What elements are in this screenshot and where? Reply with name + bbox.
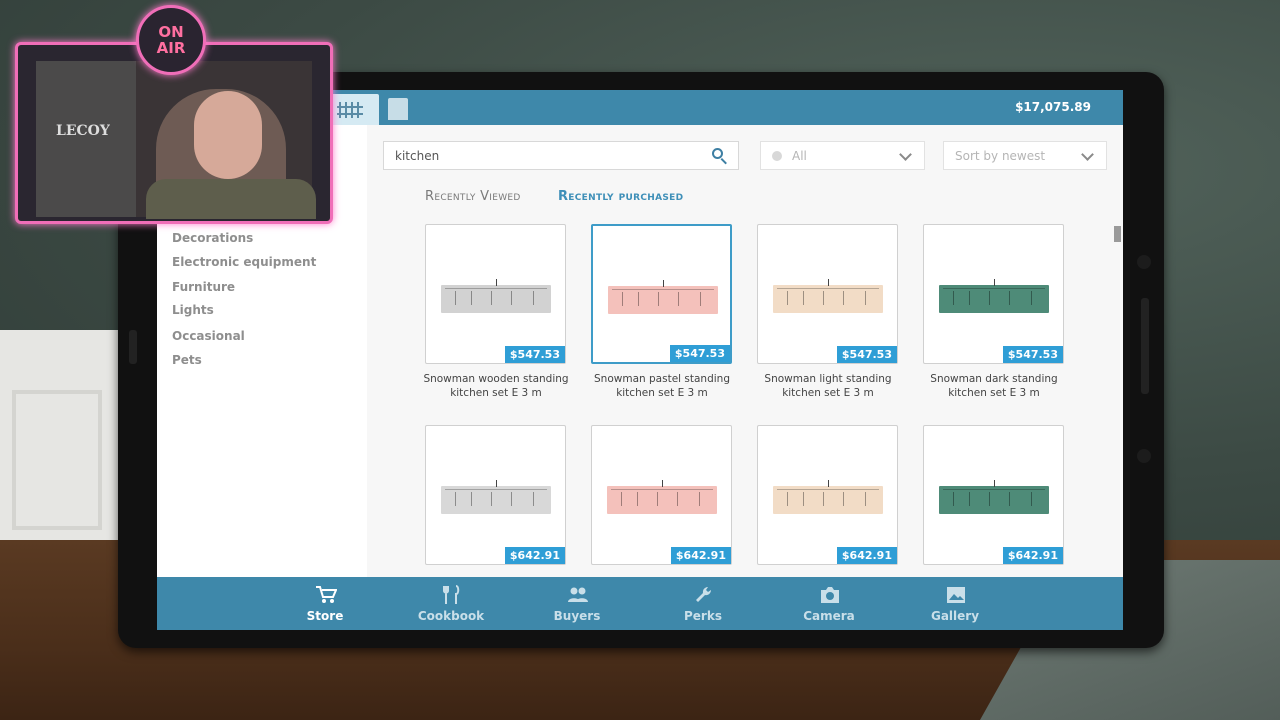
image-icon: [947, 587, 965, 603]
product-card[interactable]: $642.91: [757, 425, 898, 565]
kitchen-set-image: [939, 480, 1049, 514]
people-icon: [568, 587, 588, 602]
product-card[interactable]: $547.53: [425, 224, 566, 364]
price-badge: $642.91: [670, 547, 731, 564]
nav-cookbook[interactable]: Cookbook: [401, 577, 501, 630]
nav-perks[interactable]: Perks: [653, 577, 753, 630]
category-electronic-equipment[interactable]: Electronic equipment: [172, 255, 316, 269]
bottom-nav: Store Cookbook Buyers Perks Camera Galle…: [157, 577, 1123, 630]
tablet-side-button: [129, 330, 137, 364]
wrench-icon: [696, 586, 712, 602]
filter-dot-icon: [772, 151, 782, 161]
product-name: Snowman light standing kitchen set E 3 m: [764, 373, 892, 399]
nav-camera[interactable]: Camera: [779, 577, 879, 630]
tab-recently-viewed[interactable]: Recently Viewed: [425, 189, 521, 204]
room-cabinet: [0, 330, 126, 550]
product-card[interactable]: $547.53: [757, 224, 898, 364]
category-pets[interactable]: Pets: [172, 353, 202, 367]
tablet-camera-dot: [1137, 449, 1151, 463]
price-badge: $642.91: [1002, 547, 1063, 564]
balance-display: $17,075.89: [1015, 100, 1091, 114]
webcam-video: LECOY: [36, 61, 316, 219]
tab-doors[interactable]: [388, 98, 408, 120]
on-air-badge: ON AIR: [136, 5, 206, 75]
product-card[interactable]: $547.53: [923, 224, 1064, 364]
product-name: Snowman dark standing kitchen set E 3 m: [930, 373, 1058, 399]
tab-recently-purchased[interactable]: Recently purchased: [558, 189, 683, 204]
cart-icon: [316, 586, 337, 603]
price-badge: $642.91: [836, 547, 897, 564]
kitchen-set-image: [773, 480, 883, 514]
category-lights[interactable]: Lights: [172, 303, 214, 317]
price-badge: $547.53: [1002, 346, 1063, 363]
kitchen-set-image: [939, 279, 1049, 313]
kitchen-set-image: [773, 279, 883, 313]
camera-icon: [821, 587, 839, 603]
product-card[interactable]: $642.91: [591, 425, 732, 565]
chevron-down-icon: [899, 148, 912, 161]
nav-gallery[interactable]: Gallery: [905, 577, 1005, 630]
product-name: Snowman pastel standing kitchen set E 3 m: [594, 373, 730, 399]
filter-value: All: [792, 149, 807, 163]
category-occasional[interactable]: Occasional: [172, 329, 245, 343]
fence-icon: [337, 102, 363, 118]
product-card[interactable]: $642.91: [425, 425, 566, 565]
price-badge: $547.53: [669, 345, 730, 362]
kitchen-set-image: [608, 280, 718, 314]
kitchen-set-image: [607, 480, 717, 514]
price-badge: $642.91: [504, 547, 565, 564]
kitchen-set-image: [441, 279, 551, 313]
nav-buyers[interactable]: Buyers: [527, 577, 627, 630]
filter-dropdown[interactable]: All: [760, 141, 925, 170]
sort-dropdown[interactable]: Sort by newest: [943, 141, 1107, 170]
category-decorations[interactable]: Decorations: [172, 231, 253, 245]
category-furniture[interactable]: Furniture: [172, 280, 235, 294]
chevron-down-icon: [1081, 148, 1094, 161]
kitchen-set-image: [441, 480, 551, 514]
sort-value: Sort by newest: [955, 149, 1046, 163]
cutlery-icon: [443, 585, 460, 604]
product-name: Snowman wooden standing kitchen set E 3 m: [423, 373, 569, 399]
search-value: kitchen: [395, 149, 440, 163]
search-input[interactable]: kitchen: [383, 141, 739, 170]
product-card-selected[interactable]: $547.53: [591, 224, 732, 364]
price-badge: $547.53: [504, 346, 565, 363]
nav-store[interactable]: Store: [275, 577, 375, 630]
tablet-camera-dot: [1137, 255, 1151, 269]
tablet-side-button: [1141, 298, 1149, 394]
price-badge: $547.53: [836, 346, 897, 363]
wall-sign: LECOY: [56, 123, 110, 139]
search-icon[interactable]: [712, 148, 728, 165]
scrollbar-thumb[interactable]: [1114, 226, 1121, 242]
product-card[interactable]: $642.91: [923, 425, 1064, 565]
